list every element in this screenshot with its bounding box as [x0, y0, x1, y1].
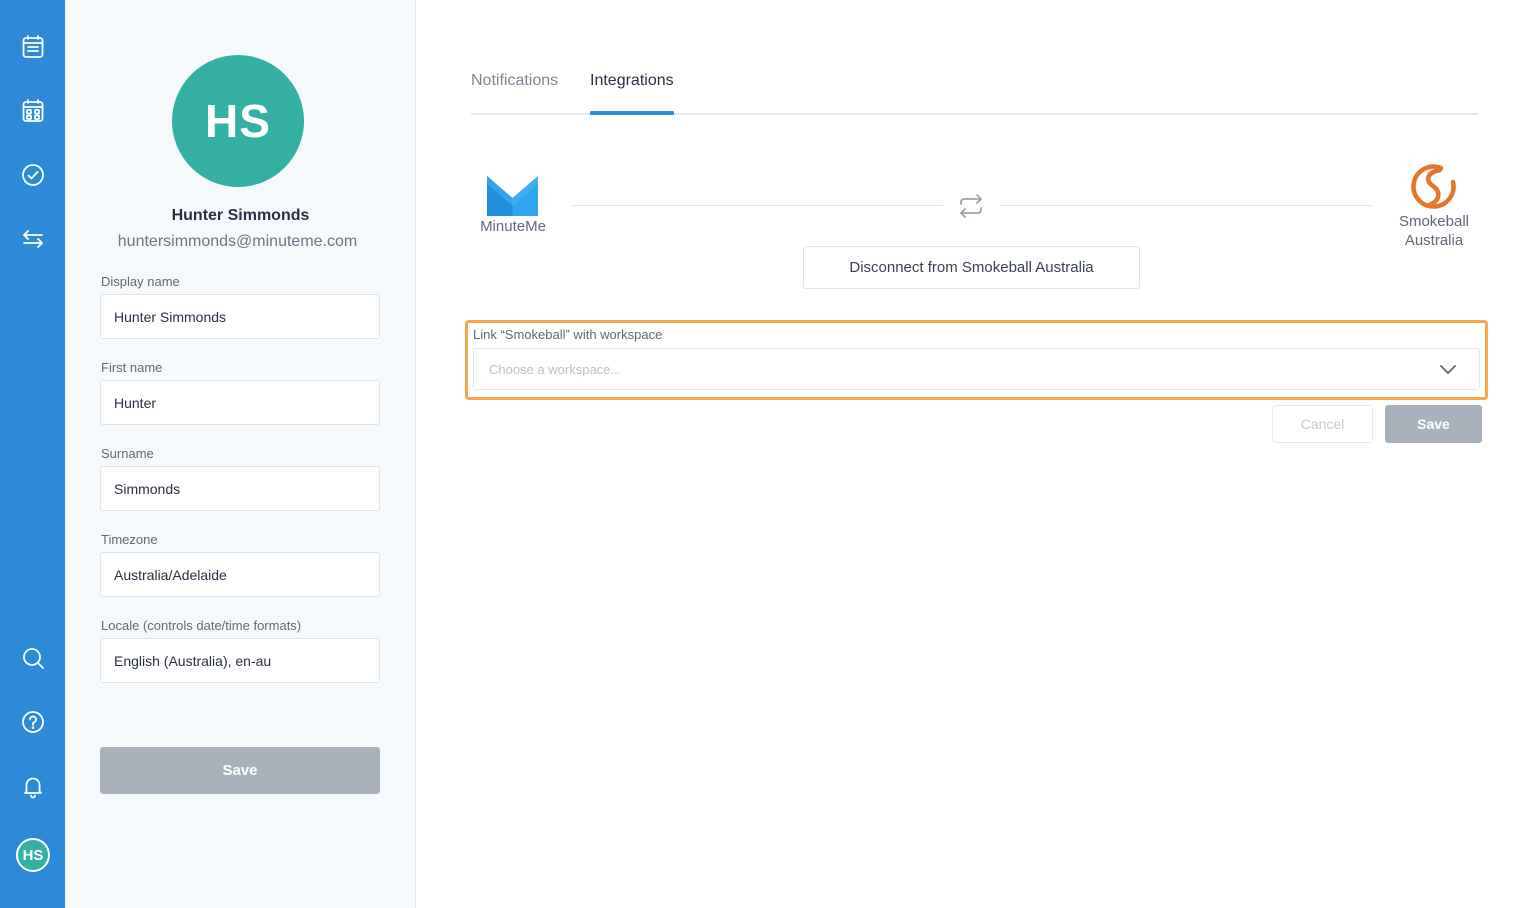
- surname-label: Surname: [101, 446, 154, 461]
- tab-bar: Notifications Integrations: [471, 72, 1478, 115]
- smokeball-label: Smokeball Australia: [1392, 212, 1476, 250]
- surname-field[interactable]: Simmonds: [100, 466, 380, 511]
- profile-email: huntersimmonds@minuteme.com: [117, 233, 358, 250]
- workspace-placeholder: Choose a workspace...: [489, 362, 622, 377]
- connector-line-left: [571, 205, 943, 206]
- first-name-label: First name: [101, 360, 163, 375]
- timezone-field[interactable]: Australia/Adelaide: [100, 552, 380, 597]
- smokeball-label-line2: Australia: [1404, 232, 1464, 249]
- connector-line-right: [1000, 205, 1371, 206]
- profile-save-button[interactable]: Save: [100, 747, 380, 794]
- tab-integrations[interactable]: Integrations: [590, 72, 674, 90]
- profile-name: Hunter Simmonds: [171, 207, 310, 224]
- icon-rail: HS: [0, 0, 65, 908]
- tab-notifications[interactable]: Notifications: [471, 72, 558, 90]
- search-icon[interactable]: [16, 641, 50, 675]
- smokeball-label-line1: Smokeball: [1398, 213, 1470, 230]
- display-name-field[interactable]: Hunter Simmonds: [100, 294, 380, 339]
- swap-arrows-icon[interactable]: [16, 222, 50, 256]
- save-button[interactable]: Save: [1385, 405, 1482, 443]
- profile-avatar: HS: [172, 55, 304, 187]
- user-avatar[interactable]: HS: [16, 838, 50, 872]
- active-tab-indicator: [590, 111, 674, 115]
- calendar-icon[interactable]: [16, 94, 50, 128]
- first-name-field[interactable]: Hunter: [100, 380, 380, 425]
- sync-icon: [960, 194, 982, 218]
- chevron-down-icon: [1440, 365, 1456, 374]
- timezone-label: Timezone: [101, 532, 158, 547]
- minuteme-label: MinuteMe: [480, 218, 546, 235]
- help-icon[interactable]: [16, 705, 50, 739]
- cancel-button[interactable]: Cancel: [1272, 405, 1373, 443]
- locale-label: Locale (controls date/time formats): [101, 618, 302, 633]
- locale-field[interactable]: English (Australia), en-au: [100, 638, 380, 683]
- display-name-label: Display name: [101, 274, 180, 289]
- check-circle-icon[interactable]: [16, 158, 50, 192]
- minuteme-logo-icon: [487, 176, 538, 216]
- disconnect-button[interactable]: Disconnect from Smokeball Australia: [803, 246, 1140, 289]
- list-icon[interactable]: [16, 30, 50, 64]
- link-workspace-label: Link “Smokeball” with workspace: [473, 327, 663, 342]
- bell-icon[interactable]: [16, 769, 50, 803]
- workspace-select[interactable]: Choose a workspace...: [473, 348, 1480, 390]
- profile-panel: HS Hunter Simmonds huntersimmonds@minute…: [65, 0, 416, 908]
- smokeball-logo-icon: [1411, 164, 1456, 209]
